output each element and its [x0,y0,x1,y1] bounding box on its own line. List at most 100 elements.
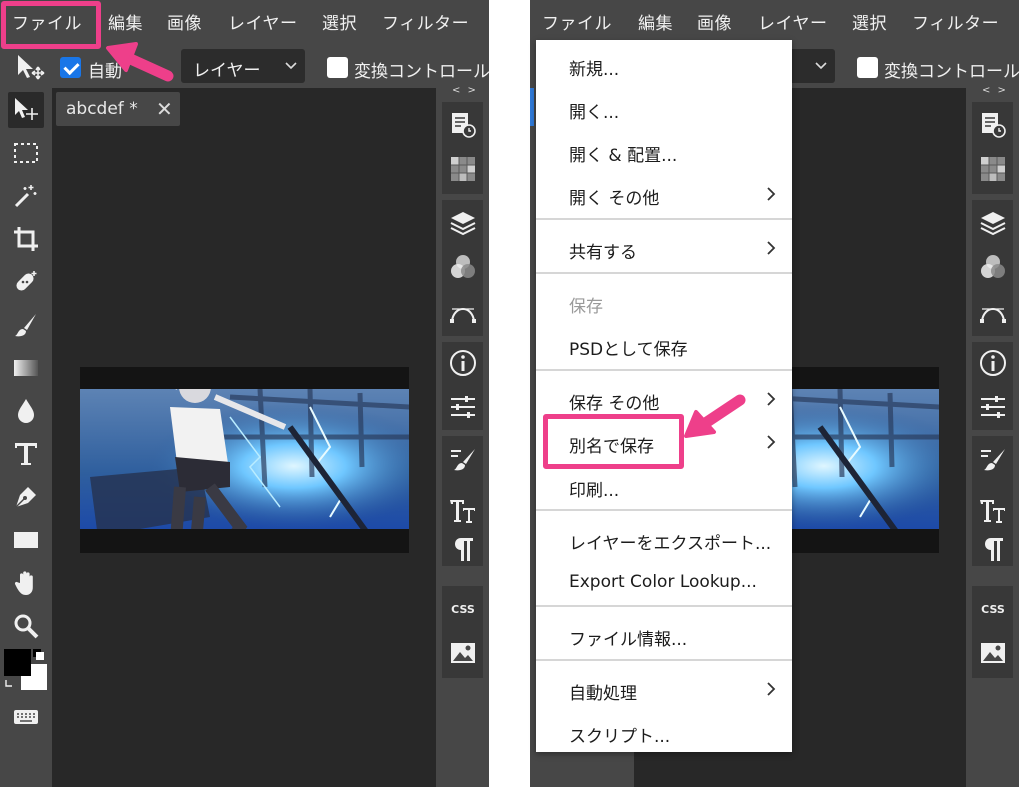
auto-select-target-dropdown[interactable]: レイヤー [181,49,305,83]
marquee-tool[interactable] [8,135,44,171]
image-panel-button[interactable] [978,638,1008,668]
css-icon[interactable]: CSS [448,594,478,624]
pen-tool[interactable] [8,479,44,515]
menu-item-export-layers[interactable]: レイヤーをエクスポート... [536,518,792,558]
character-panel-button[interactable] [978,496,1008,526]
brush-icon [15,314,36,337]
hand-icon [14,571,33,595]
magic-wand-tool[interactable] [8,178,44,214]
brush-settings-panel-button[interactable] [448,444,478,474]
menu-edit[interactable]: 編集 [108,9,143,34]
magic-wand-icon [14,185,37,208]
keyboard-tool[interactable] [8,698,44,734]
swatches-panel-button[interactable] [978,154,1008,184]
crop-icon [14,227,38,251]
menu-item-label: Export Color Lookup... [569,572,757,592]
history-icon [452,113,476,138]
pointer-arrow-icon [684,394,746,438]
paths-panel-button[interactable] [448,296,478,326]
info-icon [980,350,1006,376]
menu-item-label: 保存 [569,297,603,317]
history-panel-button[interactable] [448,110,478,140]
brush-tool[interactable] [8,307,44,343]
layers-panel-button[interactable] [448,208,478,238]
menu-item-open-and-place[interactable]: 開く & 配置... [536,130,792,170]
layers-panel-button[interactable] [978,208,1008,238]
chevron-down-icon [285,62,297,70]
type-tool[interactable] [8,436,44,472]
panel-group-4 [442,436,483,566]
menu-select[interactable]: 選択 [322,9,357,34]
blur-tool[interactable] [8,393,44,429]
menu-item-scripts[interactable]: スクリプト... [536,711,792,751]
menu-edit[interactable]: 編集 [638,9,673,34]
menu-item-open[interactable]: 開く... [536,87,792,127]
collapse-dock-icon[interactable]: < > [982,85,1008,96]
menu-file[interactable]: ファイル [542,9,612,34]
menu-item-export-color-lookup[interactable]: Export Color Lookup... [536,561,792,601]
menu-item-new[interactable]: 新規... [536,44,792,84]
move-tool[interactable] [8,92,44,128]
menu-select[interactable]: 選択 [852,9,887,34]
menu-item-save-as-psd[interactable]: PSDとして保存 [536,324,792,364]
brush-settings-panel-button[interactable] [978,444,1008,474]
close-icon[interactable]: ✕ [156,99,173,119]
transform-controls-checkbox[interactable] [327,57,348,78]
paragraph-panel-button[interactable] [978,534,1008,564]
menu-item-label: ファイル情報... [569,630,688,650]
menu-item-open-more[interactable]: 開く その他 [536,173,792,213]
menu-filter[interactable]: フィルター [912,9,999,34]
menu-image[interactable]: 画像 [697,9,732,34]
collapse-dock-icon[interactable]: < > [452,85,478,96]
pointer-arrow-icon [106,42,174,82]
paragraph-icon [455,538,473,561]
image-icon [451,643,475,663]
transform-controls-label: 変換コントロール [354,62,489,82]
layers-icon [980,212,1006,236]
menu-item-label: 印刷... [569,481,620,501]
menu-item-automate[interactable]: 自動処理 [536,668,792,708]
rectangle-icon [14,532,38,548]
history-panel-button[interactable] [978,110,1008,140]
menu-item-file-info[interactable]: ファイル情報... [536,614,792,654]
document-tab[interactable]: abcdef * ✕ [56,92,180,126]
paths-panel-button[interactable] [978,296,1008,326]
menu-item-share[interactable]: 共有する [536,227,792,267]
tools-panel [0,88,52,787]
character-panel-button[interactable] [448,496,478,526]
channels-panel-button[interactable] [448,252,478,282]
menu-image[interactable]: 画像 [167,9,202,34]
menu-layer[interactable]: レイヤー [228,9,298,34]
menu-item-save-more[interactable]: 保存 その他 [536,378,792,418]
artwork-image [80,367,409,553]
gradient-tool[interactable] [8,350,44,386]
hand-tool[interactable] [8,565,44,601]
channels-icon [981,255,1005,278]
info-panel-button[interactable] [978,348,1008,378]
menu-filter[interactable]: フィルター [382,9,469,34]
rectangle-tool[interactable] [8,522,44,558]
zoom-tool[interactable] [8,608,44,644]
menu-layer[interactable]: レイヤー [758,9,828,34]
swatches-panel-button[interactable] [448,154,478,184]
auto-select-checkbox[interactable] [60,57,81,78]
color-swatches[interactable] [3,648,49,694]
css-icon[interactable]: CSS [978,594,1008,624]
gradient-icon [14,360,38,376]
crop-tool[interactable] [8,221,44,257]
info-panel-button[interactable] [448,348,478,378]
paragraph-panel-button[interactable] [448,534,478,564]
channels-panel-button[interactable] [978,252,1008,282]
adjustments-panel-button[interactable] [978,392,1008,422]
active-tool-indicator [530,88,534,126]
menu-item-print[interactable]: 印刷... [536,465,792,505]
menu-item-label: 新規... [569,60,620,80]
pen-icon [15,487,36,508]
highlight-save-as [543,414,684,469]
image-panel-button[interactable] [448,638,478,668]
healing-tool[interactable] [8,264,44,300]
panel-group-2 [442,200,483,336]
transform-controls-checkbox[interactable] [857,57,878,78]
current-tool-move-icon[interactable] [14,53,48,81]
adjustments-panel-button[interactable] [448,392,478,422]
